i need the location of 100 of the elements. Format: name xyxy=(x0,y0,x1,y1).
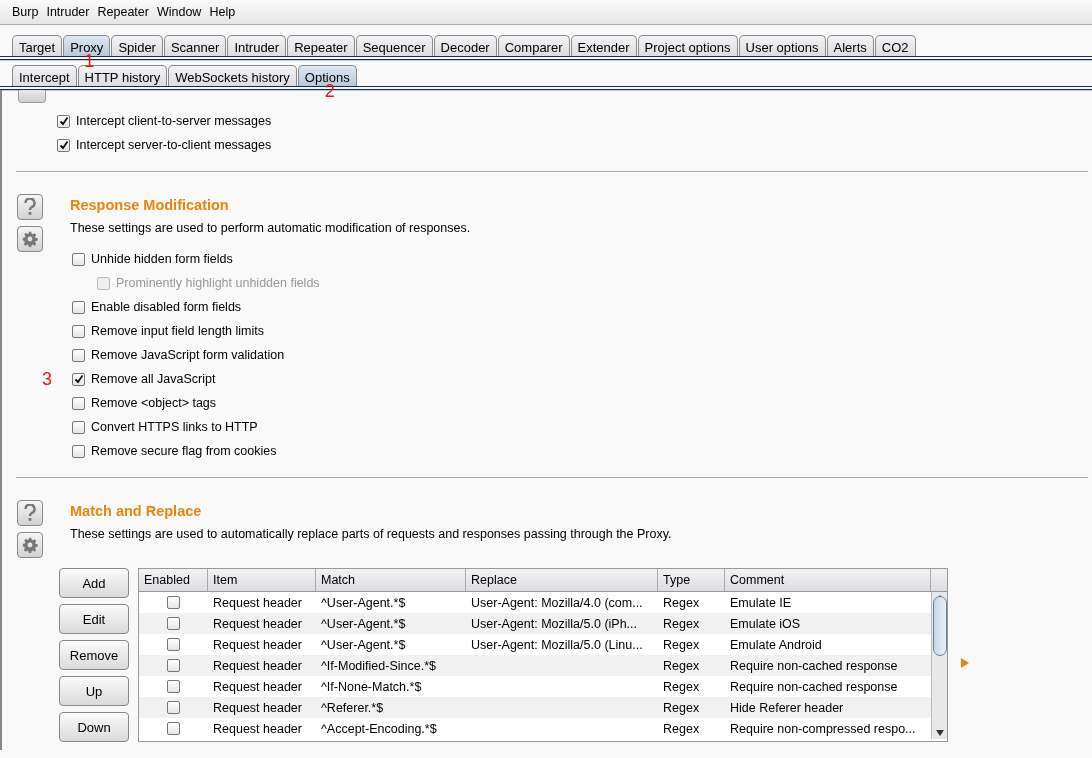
main-tab[interactable]: User options xyxy=(738,35,826,56)
checkbox-label: Remove all JavaScript xyxy=(91,372,216,386)
checkbox[interactable] xyxy=(167,596,180,609)
checkbox-label: Enable disabled form fields xyxy=(91,300,242,314)
help-icon[interactable] xyxy=(17,194,43,220)
table-cell-text: User-Agent: Mozilla/4.0 (com... xyxy=(470,595,644,610)
checkbox[interactable] xyxy=(72,420,85,434)
checkbox[interactable] xyxy=(167,617,180,630)
table-cell-text: Regex xyxy=(662,595,701,610)
scrollbar[interactable] xyxy=(931,592,947,739)
section-title: Response Modification xyxy=(70,197,230,215)
main-tab[interactable]: Decoder xyxy=(433,35,497,56)
sub-tab[interactable]: WebSockets history xyxy=(168,65,297,86)
help-icon[interactable] xyxy=(17,500,43,526)
column-header[interactable]: Enabled xyxy=(139,569,208,591)
table-cell-text: Require non-cached response xyxy=(729,658,899,673)
table-cell-text: ^User-Agent.*$ xyxy=(320,616,407,631)
table-cell-text: Request header xyxy=(212,637,303,652)
column-header[interactable]: Replace xyxy=(466,569,658,591)
checkbox[interactable] xyxy=(72,252,85,266)
column-header[interactable]: Match xyxy=(316,569,466,591)
table-cell-text: ^User-Agent.*$ xyxy=(320,637,407,652)
main-tab[interactable]: Intruder xyxy=(227,35,287,56)
menu-item[interactable]: Intruder xyxy=(42,5,94,19)
table-cell-text: Request header xyxy=(212,658,303,673)
checkbox[interactable] xyxy=(72,444,85,458)
checkbox-label: Intercept server-to-client messages xyxy=(76,138,272,152)
table-cell-text: Regex xyxy=(662,700,701,715)
table-cell-text: Emulate Android xyxy=(729,637,823,652)
section-title: Match and Replace xyxy=(70,503,203,521)
checkbox-label: Prominently highlight unhidden fields xyxy=(116,276,320,290)
main-tab[interactable]: Project options xyxy=(637,35,738,56)
checkbox-label: Remove JavaScript form validation xyxy=(91,348,285,362)
checkbox[interactable] xyxy=(72,300,85,314)
menu-item[interactable]: Help xyxy=(205,5,240,19)
section-description: These settings are used to perform automatic modification of responses. xyxy=(70,221,472,235)
table-action-button[interactable]: Down xyxy=(59,712,129,742)
checkbox[interactable] xyxy=(167,680,180,693)
table-cell-text: Hide Referer header xyxy=(729,700,845,715)
table-cell-text: Request header xyxy=(212,595,303,610)
main-tab[interactable]: Repeater xyxy=(287,35,355,56)
table-cell-text: ^User-Agent.*$ xyxy=(320,595,407,610)
checkbox-label: Remove <object> tags xyxy=(91,396,217,410)
table-cell-text: ^Accept-Encoding.*$ xyxy=(320,721,438,736)
main-tab[interactable]: CO2 xyxy=(874,35,916,56)
checkbox[interactable] xyxy=(57,138,70,152)
table-cell-text: ^If-Modified-Since.*$ xyxy=(320,658,437,673)
menu-item[interactable]: Repeater xyxy=(93,5,153,19)
checkbox-label: Remove secure flag from cookies xyxy=(91,444,277,458)
table-cell-text: User-Agent: Mozilla/5.0 (Linu... xyxy=(470,637,644,652)
annotation-number: 3 xyxy=(42,370,52,388)
table-action-button[interactable]: Up xyxy=(59,676,129,706)
table-cell-text: Require non-compressed respo... xyxy=(729,721,917,736)
column-header[interactable]: Comment xyxy=(725,569,931,591)
table-cell-text: Regex xyxy=(662,616,701,631)
checkbox[interactable] xyxy=(72,348,85,362)
table-cell-text: Regex xyxy=(662,658,701,673)
menu-item[interactable]: Burp xyxy=(8,5,43,19)
checkbox[interactable] xyxy=(167,701,180,714)
table-cell-text: Regex xyxy=(662,637,701,652)
checkbox[interactable] xyxy=(57,114,70,128)
checkbox[interactable] xyxy=(167,722,180,735)
table-cell-text: ^Referer.*$ xyxy=(320,700,385,715)
column-header[interactable]: Type xyxy=(658,569,725,591)
section-description: These settings are used to automatically replace parts of requests and responses passing through the Proxy. xyxy=(70,527,673,541)
main-tab[interactable]: Target xyxy=(12,35,63,56)
sub-tab[interactable]: Intercept xyxy=(12,65,77,86)
table-cell-text: Require non-cached response xyxy=(729,679,899,694)
table-cell-text: ^If-None-Match.*$ xyxy=(320,679,423,694)
table-cell-text: Emulate IE xyxy=(729,595,793,610)
checkbox-label: Intercept client-to-server messages xyxy=(76,114,272,128)
expand-arrow-icon[interactable] xyxy=(961,658,969,668)
checkbox[interactable] xyxy=(72,324,85,338)
table-cell-text: Request header xyxy=(212,679,303,694)
main-tab[interactable]: Sequencer xyxy=(355,35,433,56)
checkbox[interactable] xyxy=(167,638,180,651)
column-header[interactable]: Item xyxy=(208,569,316,591)
checkbox-label: Convert HTTPS links to HTTP xyxy=(91,420,258,434)
checkbox[interactable] xyxy=(72,396,85,410)
main-tab[interactable]: Alerts xyxy=(826,35,874,56)
menu-item[interactable]: Window xyxy=(152,5,206,19)
main-tab[interactable]: Proxy xyxy=(63,35,111,56)
scroll-down-icon[interactable] xyxy=(935,730,944,736)
main-tab[interactable]: Comparer xyxy=(497,35,570,56)
table-action-button[interactable]: Remove xyxy=(59,640,129,670)
checkbox[interactable] xyxy=(72,372,85,386)
table-cell-text: Regex xyxy=(662,679,701,694)
checkbox-label: Unhide hidden form fields xyxy=(91,252,233,266)
table-cell-text: Emulate iOS xyxy=(729,616,802,631)
table-cell-text: Request header xyxy=(212,616,303,631)
sub-tab[interactable]: Options xyxy=(297,65,357,86)
checkbox[interactable] xyxy=(167,659,180,672)
table-cell-text: Request header xyxy=(212,721,303,736)
main-tab[interactable]: Extender xyxy=(570,35,637,56)
main-tab[interactable]: Spider xyxy=(111,35,163,56)
table-action-button[interactable]: Edit xyxy=(59,604,129,634)
main-tab[interactable]: Scanner xyxy=(163,35,227,56)
table-action-button[interactable]: Add xyxy=(59,568,129,598)
table-cell-text: User-Agent: Mozilla/5.0 (iPh... xyxy=(470,616,639,631)
checkbox-label: Remove input field length limits xyxy=(91,324,264,338)
